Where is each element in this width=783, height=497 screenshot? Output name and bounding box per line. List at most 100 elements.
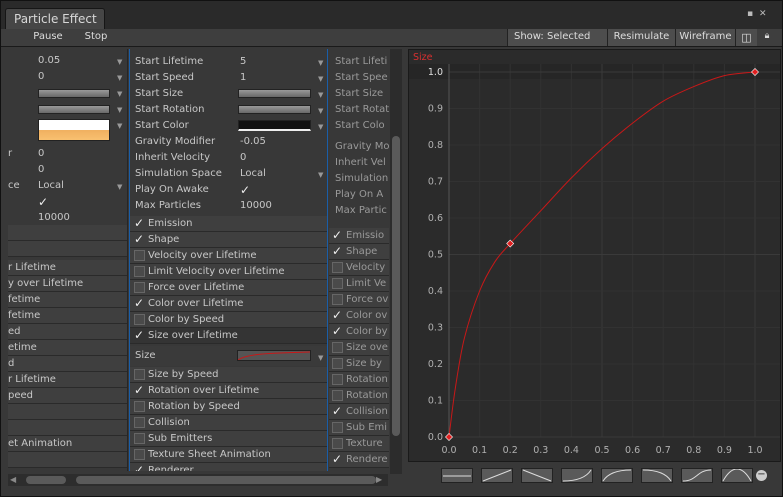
- start-size-curve-field[interactable]: [238, 89, 311, 98]
- checkbox-unchecked-icon[interactable]: [332, 262, 343, 273]
- preset-ease-in-down[interactable]: [641, 468, 673, 483]
- start-rotation-curve-field[interactable]: [238, 105, 311, 114]
- checkbox-checked-icon[interactable]: ✓: [134, 384, 145, 396]
- stop-button[interactable]: Stop: [75, 29, 117, 46]
- right-module-row[interactable]: Size ove: [329, 340, 389, 356]
- checkbox-unchecked-icon[interactable]: [332, 374, 343, 385]
- left-module-row[interactable]: et Animation: [8, 436, 127, 452]
- preset-ease-in[interactable]: [561, 468, 593, 483]
- horizontal-scroll-thumb[interactable]: [76, 476, 376, 484]
- left-module-row[interactable]: r Lifetime: [8, 372, 127, 388]
- checkbox-checked-icon[interactable]: ✓: [134, 464, 145, 471]
- preset-bell[interactable]: [721, 468, 753, 483]
- horizontal-scroll-thumb-left[interactable]: [26, 476, 66, 484]
- checkbox-unchecked-icon[interactable]: [332, 422, 343, 433]
- main-module-row[interactable]: ✓ Rotation over Lifetime: [130, 383, 327, 399]
- checkbox-unchecked-icon[interactable]: [134, 417, 145, 428]
- curve-keyframe[interactable]: [445, 433, 453, 441]
- preset-linear-down[interactable]: [521, 468, 553, 483]
- dropdown-arrow-icon[interactable]: ▼: [117, 122, 122, 130]
- left-module-row[interactable]: etime: [8, 340, 127, 356]
- preset-linear[interactable]: [481, 468, 513, 483]
- right-module-row[interactable]: ✓ Shape: [329, 244, 389, 260]
- checkbox-checked-icon[interactable]: ✓: [134, 297, 145, 309]
- checkbox-unchecked-icon[interactable]: [134, 369, 145, 380]
- checkbox-checked-icon[interactable]: ✓: [332, 325, 343, 337]
- right-module-row[interactable]: Size by: [329, 356, 389, 372]
- checkbox-unchecked-icon[interactable]: [134, 250, 145, 261]
- dropdown-arrow-icon[interactable]: ▼: [117, 183, 122, 191]
- window-menu-icon[interactable]: ▪: [747, 9, 753, 19]
- pause-button[interactable]: Pause: [23, 29, 73, 46]
- resimulate-button[interactable]: Resimulate: [607, 29, 675, 46]
- checkbox-unchecked-icon[interactable]: [134, 266, 145, 277]
- left-module-row[interactable]: y over Lifetime: [8, 276, 127, 292]
- left-color-gradient[interactable]: [38, 119, 110, 141]
- left-size-curve[interactable]: [38, 89, 110, 98]
- left-play-on-awake-check[interactable]: ✓: [38, 194, 48, 210]
- main-module-row[interactable]: Rotation by Speed: [130, 399, 327, 415]
- dropdown-arrow-icon[interactable]: ▼: [117, 90, 122, 98]
- checkbox-checked-icon[interactable]: ✓: [332, 309, 343, 321]
- checkbox-checked-icon[interactable]: ✓: [332, 229, 343, 241]
- left-module-row[interactable]: peed: [8, 388, 127, 404]
- scroll-left-icon[interactable]: ◀: [10, 475, 16, 484]
- checkbox-checked-icon[interactable]: ✓: [134, 233, 145, 245]
- window-tab[interactable]: Particle Effect: [5, 8, 105, 30]
- dropdown-arrow-icon[interactable]: ▼: [318, 350, 323, 366]
- right-module-row[interactable]: Velocity: [329, 260, 389, 276]
- right-module-row[interactable]: Rotation: [329, 388, 389, 404]
- dropdown-arrow-icon[interactable]: ▼: [318, 107, 323, 115]
- play-on-awake-checkbox[interactable]: ✓: [240, 182, 250, 198]
- main-module-row[interactable]: Limit Velocity over Lifetime: [130, 264, 327, 280]
- right-module-row[interactable]: ✓ Color by: [329, 324, 389, 340]
- left-module-row[interactable]: r Lifetime: [8, 260, 127, 276]
- main-module-row[interactable]: ✓ Size over Lifetime: [130, 328, 327, 344]
- right-module-row[interactable]: ✓ Emissio: [329, 228, 389, 244]
- left-module-row[interactable]: d: [8, 356, 127, 372]
- show-selected-dropdown[interactable]: Show: Selected: [507, 29, 607, 46]
- main-module-row[interactable]: ✓ Renderer: [130, 463, 327, 471]
- main-module-row[interactable]: Size by Speed: [130, 367, 327, 383]
- dropdown-arrow-icon[interactable]: ▼: [117, 74, 122, 82]
- dropdown-arrow-icon[interactable]: ▼: [117, 58, 122, 66]
- checkbox-unchecked-icon[interactable]: [332, 278, 343, 289]
- checkbox-checked-icon[interactable]: ✓: [332, 405, 343, 417]
- prop-gravity-value[interactable]: -0.05: [240, 134, 266, 150]
- main-module-row[interactable]: ✓ Shape: [130, 232, 327, 248]
- prop-simulation-space-value[interactable]: Local: [240, 166, 266, 182]
- left-speed-value[interactable]: 0: [38, 69, 44, 85]
- size-curve-field[interactable]: [237, 350, 311, 361]
- right-module-row[interactable]: Limit Ve: [329, 276, 389, 292]
- curve-editor[interactable]: Size 0.0 0.1 0.2 0.3 0.4 0.5 0.6 0.7 0.8 0.9 1.0 0.…: [408, 49, 781, 462]
- vertical-scroll-thumb[interactable]: [392, 136, 400, 436]
- dropdown-arrow-icon[interactable]: ▼: [318, 75, 323, 83]
- main-module-row[interactable]: ✓ Emission: [130, 216, 327, 232]
- checkbox-unchecked-icon[interactable]: [134, 449, 145, 460]
- preset-flat[interactable]: [441, 468, 473, 483]
- left-inherit-value[interactable]: 0: [38, 162, 44, 178]
- dropdown-arrow-icon[interactable]: ▼: [318, 91, 323, 99]
- left-module-row[interactable]: ed: [8, 324, 127, 340]
- left-module-row[interactable]: [8, 452, 127, 468]
- checkbox-checked-icon[interactable]: ✓: [134, 217, 145, 229]
- left-rotation-curve[interactable]: [38, 105, 110, 114]
- scroll-right-icon[interactable]: ▶: [376, 475, 382, 484]
- lock-icon[interactable]: 🔒︎: [759, 29, 775, 46]
- horizontal-scrollbar[interactable]: ◀ ▶: [8, 474, 388, 486]
- checkbox-unchecked-icon[interactable]: [134, 282, 145, 293]
- main-module-row[interactable]: Velocity over Lifetime: [130, 248, 327, 264]
- checkbox-unchecked-icon[interactable]: [332, 342, 343, 353]
- checkbox-checked-icon[interactable]: ✓: [332, 453, 343, 465]
- dropdown-arrow-icon[interactable]: ▼: [318, 59, 323, 67]
- dropdown-arrow-icon[interactable]: ▼: [117, 106, 122, 114]
- left-module-row[interactable]: [8, 404, 127, 420]
- window-close-icon[interactable]: ✕: [759, 9, 767, 19]
- main-module-row[interactable]: Texture Sheet Animation: [130, 447, 327, 463]
- checkbox-unchecked-icon[interactable]: [332, 294, 343, 305]
- start-color-field[interactable]: [238, 120, 311, 131]
- layout-toggle-icon[interactable]: ◫: [735, 29, 757, 46]
- right-module-row[interactable]: Rotation: [329, 372, 389, 388]
- right-module-row[interactable]: ✓ Collision: [329, 404, 389, 420]
- prop-start-speed-value[interactable]: 1: [240, 70, 246, 86]
